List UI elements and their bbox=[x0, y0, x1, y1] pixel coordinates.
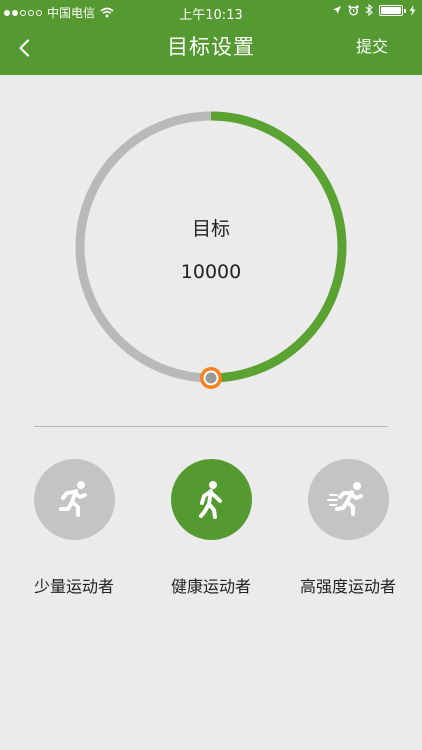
goal-ring bbox=[75, 111, 347, 389]
level-light-icon-circle[interactable] bbox=[33, 459, 115, 540]
goal-value: 10000 bbox=[180, 261, 242, 283]
level-intense-label: 高强度运动者 bbox=[299, 577, 396, 596]
divider bbox=[34, 426, 388, 427]
goal-label: 目标 bbox=[191, 218, 230, 240]
level-intense-icon-circle[interactable] bbox=[307, 459, 389, 540]
goal-ring-progress bbox=[210, 111, 347, 383]
goal-slider-handle[interactable] bbox=[200, 367, 222, 389]
sprinting-person-icon bbox=[327, 481, 363, 516]
level-healthy-label: 健康运动者 bbox=[170, 577, 251, 596]
level-intense-exerciser[interactable]: 高强度运动者 bbox=[268, 459, 422, 597]
running-person-icon bbox=[59, 480, 87, 517]
level-healthy-icon-circle[interactable] bbox=[170, 459, 252, 540]
walking-person-icon bbox=[199, 480, 222, 519]
level-healthy-exerciser[interactable]: 健康运动者 bbox=[131, 459, 291, 597]
